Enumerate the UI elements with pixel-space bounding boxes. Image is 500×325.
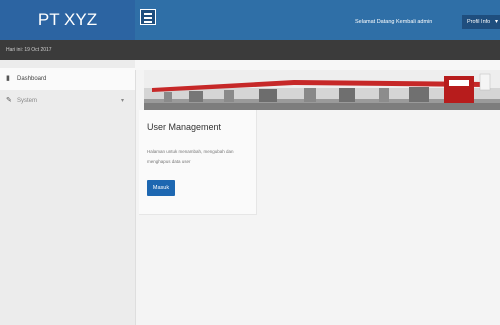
banner-image — [144, 70, 500, 110]
brand-logo[interactable]: PT XYZ — [0, 0, 135, 40]
sidebar: ▮ Dashboard ✎ System ▾ — [0, 60, 136, 325]
sidebar-item-system[interactable]: ✎ System ▾ — [0, 90, 135, 112]
user-management-card: User Management Halaman untuk menambah, … — [139, 110, 257, 215]
card-description: Halaman untuk menambah, mengubah dan men… — [147, 149, 234, 164]
chevron-down-icon: ▾ — [121, 98, 125, 104]
profile-info-label: Profil Info — [467, 19, 491, 25]
top-navbar: PT XYZ Selamat Datang Kembali admin Prof… — [0, 0, 500, 40]
menu-toggle-icon[interactable] — [140, 9, 156, 25]
masuk-button[interactable]: Masuk — [147, 180, 175, 196]
wrench-icon: ✎ — [6, 97, 12, 104]
gas-station-banner-illustration — [144, 70, 500, 110]
card-title: User Management — [147, 122, 222, 132]
welcome-text: Selamat Datang Kembali admin — [355, 19, 433, 25]
content-top-strip — [135, 60, 500, 70]
bar-chart-icon: ▮ — [6, 75, 10, 82]
profile-info-button[interactable]: Profil Info ▾ — [462, 15, 500, 29]
chevron-down-icon: ▾ — [494, 19, 498, 25]
sidebar-item-dashboard[interactable]: ▮ Dashboard — [0, 68, 135, 90]
date-bar — [0, 40, 500, 60]
sidebar-item-label: Dashboard — [17, 76, 47, 82]
sidebar-item-label: System — [17, 98, 38, 104]
current-date: Hari ini: 19 Oct 2017 — [6, 47, 52, 53]
